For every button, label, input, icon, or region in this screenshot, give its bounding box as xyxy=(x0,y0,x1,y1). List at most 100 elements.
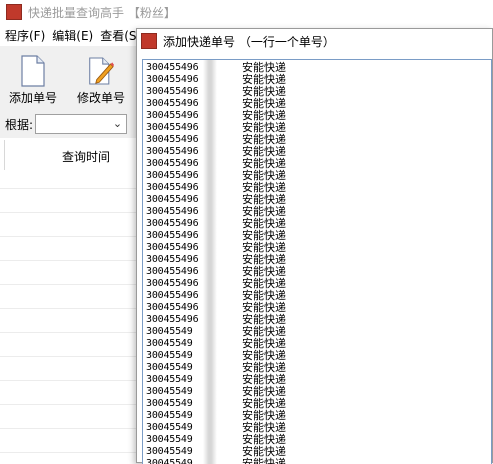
courier-name: 安能快递 xyxy=(242,349,286,362)
menu-program[interactable]: 程序(F) xyxy=(0,27,47,44)
tracking-number: 30045549 xyxy=(146,338,193,349)
courier-name: 安能快递 xyxy=(242,433,286,446)
grid-line xyxy=(0,428,140,429)
courier-name: 安能快递 xyxy=(242,181,286,194)
results-grid[interactable] xyxy=(0,170,140,463)
tracking-number: 30045549 xyxy=(146,386,193,397)
grid-header: 查询时间 xyxy=(0,140,140,171)
main-window-title: 快递批量查询高手 【粉丝】 xyxy=(28,5,176,20)
courier-name: 安能快递 xyxy=(242,121,286,134)
tracking-number: 300455496 xyxy=(146,122,199,133)
courier-name: 安能快递 xyxy=(242,301,286,314)
edit-tracking-label: 修改单号 xyxy=(76,91,125,105)
add-tracking-button[interactable]: 添加单号 xyxy=(2,50,64,106)
courier-name: 安能快递 xyxy=(242,277,286,290)
menu-edit[interactable]: 编辑(E) xyxy=(47,27,95,44)
menu-view[interactable]: 查看(S xyxy=(95,27,138,44)
tracking-number: 30045549 xyxy=(146,350,193,361)
dialog-title: 添加快递单号 （一行一个单号） xyxy=(163,34,335,49)
grid-line xyxy=(0,332,140,333)
toolbar: 添加单号 修改单号 xyxy=(0,46,140,110)
courier-name: 安能快递 xyxy=(242,241,286,254)
edit-tracking-button[interactable]: 修改单号 xyxy=(70,50,132,106)
tracking-number: 300455496 xyxy=(146,314,199,325)
courier-name: 安能快递 xyxy=(242,337,286,350)
courier-name: 安能快递 xyxy=(242,457,286,464)
main-title-bar: 快递批量查询高手 【粉丝】 xyxy=(0,0,493,24)
tracking-number: 300455496 xyxy=(146,110,199,121)
courier-name: 安能快递 xyxy=(242,205,286,218)
menu-bar: 程序(F) 编辑(E) 查看(S xyxy=(0,24,140,46)
tracking-number: 300455496 xyxy=(146,98,199,109)
courier-name: 安能快递 xyxy=(242,169,286,182)
courier-name: 安能快递 xyxy=(242,421,286,434)
grid-line xyxy=(0,356,140,357)
tracking-number: 300455496 xyxy=(146,266,199,277)
courier-name: 安能快递 xyxy=(242,85,286,98)
grid-line xyxy=(0,212,140,213)
tracking-number: 300455496 xyxy=(146,206,199,217)
edit-document-icon xyxy=(89,57,114,85)
tracking-number: 300455496 xyxy=(146,302,199,313)
add-tracking-label: 添加单号 xyxy=(8,91,57,105)
document-icon xyxy=(21,55,45,87)
tracking-number: 30045549 xyxy=(146,326,193,337)
tracking-number: 30045549 xyxy=(146,410,193,421)
tracking-number: 300455496 xyxy=(146,182,199,193)
courier-name: 安能快递 xyxy=(242,409,286,422)
courier-name: 安能快递 xyxy=(242,217,286,230)
courier-name: 安能快递 xyxy=(242,73,286,86)
grid-line xyxy=(0,380,140,381)
courier-name: 安能快递 xyxy=(242,445,286,458)
filter-row: 根据: ⌄ xyxy=(0,110,140,138)
courier-name: 安能快递 xyxy=(242,61,286,74)
tracking-number: 300455496 xyxy=(146,86,199,97)
grid-line xyxy=(0,308,140,309)
filter-label: 根据: xyxy=(5,117,34,132)
tracking-number: 300455496 xyxy=(146,278,199,289)
tracking-number: 30045549 xyxy=(146,422,193,433)
tracking-number: 300455496 xyxy=(146,242,199,253)
courier-name: 安能快递 xyxy=(242,265,286,278)
dialog-title-bar[interactable]: 添加快递单号 （一行一个单号） xyxy=(137,29,492,53)
grid-line xyxy=(0,236,140,237)
courier-name: 安能快递 xyxy=(242,313,286,326)
tracking-number: 300455496 xyxy=(146,134,199,145)
tracking-number: 300455496 xyxy=(146,230,199,241)
tracking-number: 300455496 xyxy=(146,158,199,169)
filter-select[interactable]: ⌄ xyxy=(35,114,128,134)
tracking-number: 300455496 xyxy=(146,290,199,301)
column-query-time[interactable]: 查询时间 xyxy=(62,148,110,165)
courier-name: 安能快递 xyxy=(242,109,286,122)
tracking-number: 300455496 xyxy=(146,194,199,205)
grid-line xyxy=(0,452,140,453)
grid-line xyxy=(0,188,140,189)
tracking-number: 30045549 xyxy=(146,434,193,445)
courier-name: 安能快递 xyxy=(242,385,286,398)
courier-name: 安能快递 xyxy=(242,325,286,338)
chevron-down-icon: ⌄ xyxy=(112,117,123,130)
tracking-number: 30045549 xyxy=(146,446,193,457)
courier-name: 安能快递 xyxy=(242,253,286,266)
add-tracking-dialog: 添加快递单号 （一行一个单号） 30045549 安能快递 30045549 安能快递… xyxy=(136,28,493,464)
grid-line xyxy=(0,260,140,261)
courier-name: 安能快递 xyxy=(242,373,286,386)
courier-name: 安能快递 xyxy=(242,361,286,374)
column-divider xyxy=(4,140,5,170)
courier-name: 安能快递 xyxy=(242,157,286,170)
tracking-number: 30045549 xyxy=(146,374,193,385)
app-icon xyxy=(141,33,157,49)
tracking-number: 30045549 xyxy=(146,398,193,409)
courier-name: 安能快递 xyxy=(242,97,286,110)
tracking-number: 300455496 xyxy=(146,170,199,181)
app-icon xyxy=(6,4,22,20)
courier-name: 安能快递 xyxy=(242,229,286,242)
tracking-number: 30045549 xyxy=(146,458,193,464)
redaction-blur xyxy=(203,60,217,464)
tracking-numbers-textarea[interactable]: 30045549 安能快递 30045549 安能快递 30045549 安能快递 3004… xyxy=(142,59,492,464)
courier-name: 安能快递 xyxy=(242,397,286,410)
tracking-number: 300455496 xyxy=(146,62,199,73)
tracking-number: 30045549 xyxy=(146,362,193,373)
tracking-number: 300455496 xyxy=(146,254,199,265)
courier-name: 安能快递 xyxy=(242,193,286,206)
